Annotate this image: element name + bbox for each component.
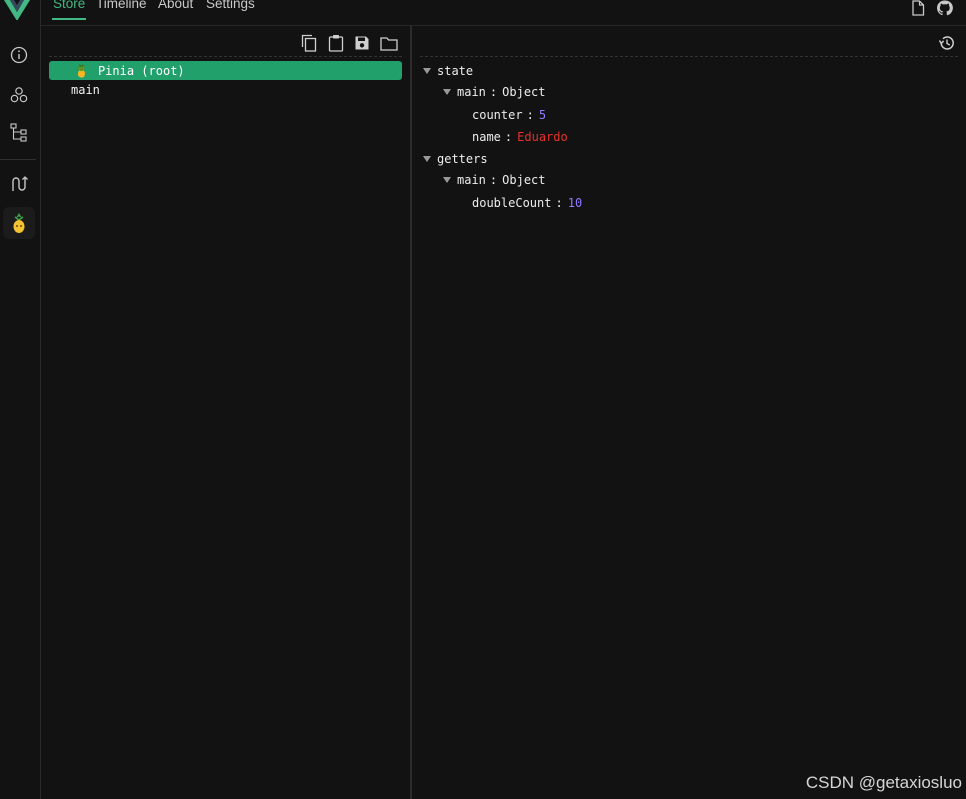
document-icon[interactable]: [911, 0, 929, 16]
property-value[interactable]: 5: [539, 108, 546, 122]
property-value[interactable]: Eduardo: [517, 130, 568, 144]
tab-about[interactable]: About: [157, 0, 194, 18]
property-doublecount[interactable]: doubleCount : 10: [472, 194, 582, 212]
copy-icon[interactable]: [299, 33, 319, 53]
store-item-main[interactable]: main: [49, 80, 402, 99]
top-nav: Store Timeline About Settings: [41, 0, 966, 26]
store-item-label: Pinia (root): [97, 63, 185, 78]
section-label: state: [437, 64, 474, 78]
store-toolbar: [49, 26, 402, 57]
property-key: counter: [472, 108, 523, 122]
devtools-window: Store Timeline About Settings 🍍 Pinia (r…: [0, 0, 966, 799]
tree-node-getters-main[interactable]: main : Object: [443, 171, 546, 189]
activity-bar: [0, 0, 41, 799]
colon: :: [526, 108, 534, 122]
expand-caret-icon[interactable]: [423, 156, 431, 162]
property-key: main: [457, 173, 486, 187]
routes-icon[interactable]: [3, 168, 35, 200]
colon: :: [489, 85, 498, 99]
info-icon[interactable]: [3, 39, 35, 71]
watermark: CSDN @getaxiosluo: [805, 773, 962, 792]
history-icon[interactable]: [938, 34, 956, 52]
section-label: getters: [437, 152, 488, 166]
store-item-label: main: [71, 82, 100, 97]
expand-caret-icon[interactable]: [423, 68, 431, 74]
property-type: Object: [502, 173, 546, 187]
tab-store[interactable]: Store: [52, 0, 87, 20]
expand-caret-icon[interactable]: [443, 89, 451, 95]
tree-node-getters[interactable]: getters: [423, 150, 488, 168]
tree-node-state[interactable]: state: [423, 62, 473, 80]
tab-timeline[interactable]: Timeline: [95, 0, 148, 18]
vue-logo-icon: [4, 0, 30, 21]
store-list-pane: 🍍 Pinia (root) main: [41, 26, 410, 799]
property-counter[interactable]: counter : 5: [472, 106, 546, 124]
activity-separator: [0, 159, 36, 160]
property-value: 10: [567, 196, 583, 210]
colon: :: [504, 130, 513, 144]
expand-caret-icon[interactable]: [443, 177, 451, 183]
property-key: main: [457, 85, 486, 99]
component-tree-icon[interactable]: [3, 117, 35, 149]
store-item-pinia-root[interactable]: 🍍 Pinia (root): [49, 61, 402, 80]
clipboard-icon[interactable]: [326, 33, 346, 53]
property-type: Object: [502, 85, 546, 99]
github-icon[interactable]: [936, 0, 954, 16]
pineapple-icon: 🍍: [74, 63, 89, 78]
property-key: doubleCount: [472, 196, 552, 210]
tree-node-state-main[interactable]: main : Object: [443, 83, 546, 101]
property-name[interactable]: name : Eduardo: [472, 128, 568, 146]
pinia-icon[interactable]: [3, 207, 35, 239]
state-inspector: state main : Object counter : 5 name : E…: [412, 26, 966, 799]
tab-settings[interactable]: Settings: [205, 0, 256, 18]
property-key: name: [472, 130, 501, 144]
folder-icon[interactable]: [379, 33, 399, 53]
components-icon[interactable]: [3, 79, 35, 111]
save-icon[interactable]: [352, 33, 372, 53]
inspector-toolbar: [420, 26, 958, 57]
colon: :: [555, 196, 563, 210]
colon: :: [489, 173, 498, 187]
